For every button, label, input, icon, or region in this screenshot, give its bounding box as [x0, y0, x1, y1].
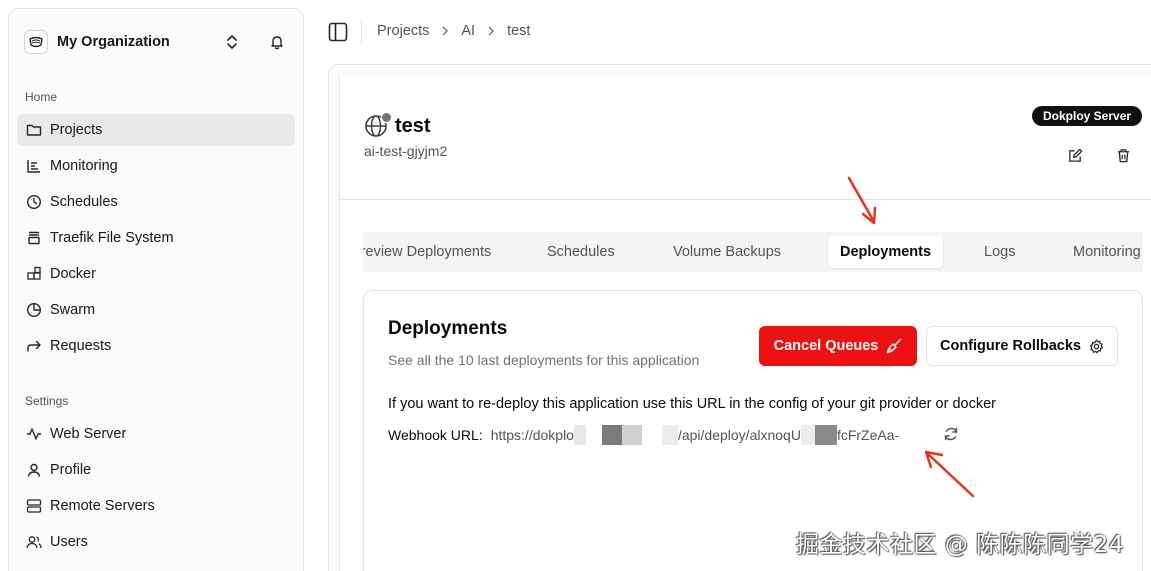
divider: [361, 20, 362, 44]
sidebar-item-label: Traefik File System: [50, 230, 174, 246]
breadcrumb-ai[interactable]: AI: [461, 23, 475, 39]
organization-name: My Organization: [57, 34, 170, 50]
globe-icon: [364, 112, 392, 138]
sidebar-group-settings: Settings: [25, 394, 69, 408]
tab-preview-deployments[interactable]: Preview Deployments: [363, 236, 503, 268]
chevron-up-down-icon[interactable]: [224, 31, 240, 53]
sidebar-item-monitoring[interactable]: Monitoring: [17, 150, 295, 182]
sidebar-item-traefik[interactable]: Traefik File System: [17, 222, 295, 254]
trash-icon[interactable]: [1110, 142, 1136, 168]
edit-icon[interactable]: [1062, 142, 1088, 168]
pie-icon: [25, 302, 42, 319]
sidebar-item-schedules[interactable]: Schedules: [17, 186, 295, 218]
cancel-queues-button[interactable]: Cancel Queues: [759, 326, 917, 366]
sidebar-item-users[interactable]: Users: [17, 526, 295, 558]
tab-volume-backups[interactable]: Volume Backups: [661, 236, 793, 268]
forward-arrow-icon: [25, 338, 42, 355]
layers-icon: [25, 230, 42, 247]
app-header: test: [364, 112, 431, 138]
sidebar-item-projects[interactable]: Projects: [17, 114, 295, 146]
sidebar-group-home: Home: [25, 90, 58, 104]
sidebar: My Organization Home Projects Monitoring…: [8, 8, 304, 571]
tab-monitoring[interactable]: Monitoring: [1061, 236, 1143, 268]
tab-logs[interactable]: Logs: [972, 236, 1027, 268]
sidebar-item-label: Profile: [50, 462, 92, 478]
breadcrumb-test[interactable]: test: [507, 23, 530, 39]
breadcrumb: Projects AI test: [377, 23, 530, 39]
sidebar-item-label: Web Server: [50, 426, 127, 442]
divider: [339, 199, 1151, 200]
deployments-title: Deployments: [388, 318, 508, 339]
server-icon: [25, 498, 42, 515]
app-title: test: [395, 114, 431, 137]
sidebar-item-label: Schedules: [50, 194, 118, 210]
tab-bar: Preview Deployments Schedules Volume Bac…: [363, 232, 1143, 272]
sidebar-toggle-icon[interactable]: [328, 22, 348, 42]
deployments-subtitle: See all the 10 last deployments for this…: [388, 352, 700, 368]
organization-switcher[interactable]: My Organization: [24, 27, 288, 57]
activity-icon: [25, 426, 42, 443]
redacted-block: [800, 425, 837, 445]
chevron-right-icon: [441, 26, 449, 36]
sidebar-item-label: Monitoring: [50, 158, 118, 174]
cancel-queues-label: Cancel Queues: [773, 338, 879, 354]
sidebar-item-label: Docker: [50, 266, 96, 282]
gear-icon: [1089, 339, 1104, 354]
webhook-row: Webhook URL: https://dokplo /api/deploy/…: [388, 425, 899, 445]
redeploy-info-text: If you want to re-deploy this applicatio…: [388, 396, 996, 412]
webhook-url[interactable]: https://dokplo /api/deploy/alxnoqU fcFrZ…: [490, 425, 900, 445]
sidebar-item-label: Swarm: [50, 302, 96, 318]
folder-icon: [25, 122, 42, 139]
sidebar-item-requests[interactable]: Requests: [17, 330, 295, 362]
sidebar-item-remote-servers[interactable]: Remote Servers: [17, 490, 295, 522]
tab-schedules[interactable]: Schedules: [535, 236, 627, 268]
webhook-url-start: https://dokplo: [490, 427, 574, 443]
blocks-icon: [25, 266, 42, 283]
webhook-url-mid: /api/deploy/alxnoqU: [677, 427, 801, 443]
webhook-label: Webhook URL:: [388, 427, 483, 443]
user-icon: [25, 462, 42, 479]
bell-icon[interactable]: [267, 32, 287, 52]
status-dot: [381, 112, 392, 123]
configure-rollbacks-label: Configure Rollbacks: [940, 338, 1081, 354]
chevron-right-icon: [487, 26, 495, 36]
broom-icon: [886, 338, 902, 354]
watermark: 掘金技术社区 @ 陈陈陈同学24: [796, 532, 1124, 558]
sidebar-item-label: Remote Servers: [50, 498, 155, 514]
tab-deployments[interactable]: Deployments: [828, 236, 944, 268]
sidebar-item-swarm[interactable]: Swarm: [17, 294, 295, 326]
sidebar-item-profile[interactable]: Profile: [17, 454, 295, 486]
sidebar-item-label: Requests: [50, 338, 112, 354]
webhook-url-end: fcFrZeAa-: [836, 427, 900, 443]
clock-icon: [25, 194, 42, 211]
breadcrumb-projects[interactable]: Projects: [377, 23, 429, 39]
organization-logo-icon: [24, 30, 48, 54]
users-icon: [25, 534, 42, 551]
server-badge: Dokploy Server: [1032, 106, 1143, 126]
redacted-block: [573, 425, 678, 445]
sidebar-item-docker[interactable]: Docker: [17, 258, 295, 290]
sidebar-item-web-server[interactable]: Web Server: [17, 418, 295, 450]
sidebar-item-label: Users: [50, 534, 88, 550]
app-slug: ai-test-gjyjm2: [364, 143, 448, 159]
refresh-icon[interactable]: [942, 425, 960, 443]
sidebar-item-label: Projects: [50, 122, 103, 138]
configure-rollbacks-button[interactable]: Configure Rollbacks: [926, 326, 1118, 366]
chart-icon: [25, 158, 42, 175]
